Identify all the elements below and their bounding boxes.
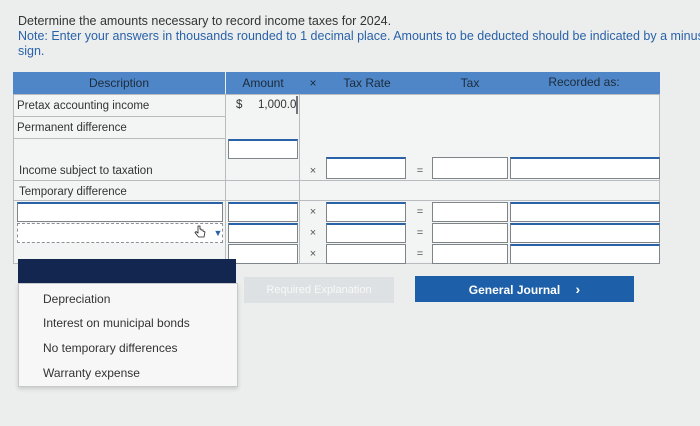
row-label-temporary: Temporary difference <box>19 186 127 198</box>
temporary-tax-rate-input-1[interactable] <box>326 202 406 222</box>
temporary-tax-rate-input-3[interactable] <box>326 244 406 264</box>
row-label-income-subject: Income subject to taxation <box>19 165 153 177</box>
dropdown-option-interest-municipal-bonds[interactable]: Interest on municipal bonds <box>43 316 190 330</box>
instruction-note: Note: Enter your answers in thousands ro… <box>18 29 700 58</box>
temporary-recorded-as-input-1[interactable] <box>510 202 660 222</box>
dropdown-option-depreciation[interactable]: Depreciation <box>43 292 110 306</box>
column-divider <box>299 94 300 264</box>
temporary-tax-rate-input-2[interactable] <box>326 223 406 243</box>
temporary-description-input-1[interactable] <box>17 202 223 222</box>
row-divider <box>13 200 660 201</box>
equals-operator: = <box>416 248 424 260</box>
required-explanation-button[interactable]: Required Explanation <box>244 277 394 303</box>
header-tax-rate: Tax Rate <box>326 72 408 94</box>
pretax-amount: 1,000.0 <box>258 99 297 111</box>
amount-border <box>296 96 298 114</box>
header-amount: Amount <box>226 72 300 94</box>
temporary-tax-input-1[interactable] <box>432 202 508 222</box>
times-operator: × <box>309 227 317 239</box>
dropdown-list: Depreciation Interest on municipal bonds… <box>18 283 238 387</box>
cursor-hand-icon <box>193 225 207 239</box>
header-description: Description <box>13 72 225 94</box>
row-label-permanent: Permanent difference <box>17 122 127 134</box>
temporary-recorded-as-input-2[interactable] <box>510 223 660 243</box>
income-subject-tax-input[interactable] <box>432 157 508 179</box>
temporary-recorded-as-input-3[interactable] <box>510 244 660 264</box>
header-spacer <box>408 72 432 94</box>
equals-operator: = <box>416 165 424 177</box>
row-divider <box>13 116 225 117</box>
general-journal-label: General Journal <box>468 283 561 297</box>
currency-symbol: $ <box>236 99 243 111</box>
general-journal-button[interactable]: General Journal › <box>415 276 634 302</box>
temporary-tax-input-2[interactable] <box>432 223 508 243</box>
times-operator: × <box>309 206 317 218</box>
equals-operator: = <box>416 227 424 239</box>
chevron-right-icon: › <box>575 281 581 297</box>
header-tax: Tax <box>432 72 508 94</box>
chevron-down-icon[interactable]: ▼ <box>210 224 226 242</box>
row-divider <box>13 180 660 181</box>
header-recorded-as: Recorded as: <box>508 72 660 94</box>
temporary-amount-input-3[interactable] <box>228 244 298 264</box>
dropdown-option-no-temporary-differences[interactable]: No temporary differences <box>43 341 178 355</box>
equals-operator: = <box>416 206 424 218</box>
income-subject-tax-rate-input[interactable] <box>326 157 406 179</box>
row-divider <box>13 138 225 139</box>
dropdown-option-warranty-expense[interactable]: Warranty expense <box>43 366 140 380</box>
header-times: × <box>300 72 326 94</box>
dropdown-selected-bar[interactable] <box>18 259 236 283</box>
temporary-amount-input-2[interactable] <box>228 223 298 243</box>
temporary-tax-input-3[interactable] <box>432 244 508 264</box>
permanent-description-blank <box>17 140 223 158</box>
permanent-amount-input[interactable] <box>228 139 298 159</box>
temporary-amount-input-1[interactable] <box>228 202 298 222</box>
income-subject-recorded-as-input[interactable] <box>510 157 660 179</box>
instructions: Determine the amounts necessary to recor… <box>18 14 700 59</box>
times-operator: × <box>309 165 317 177</box>
row-label-pretax: Pretax accounting income <box>17 100 150 112</box>
times-operator: × <box>309 248 317 260</box>
instruction-line: Determine the amounts necessary to recor… <box>18 14 392 28</box>
